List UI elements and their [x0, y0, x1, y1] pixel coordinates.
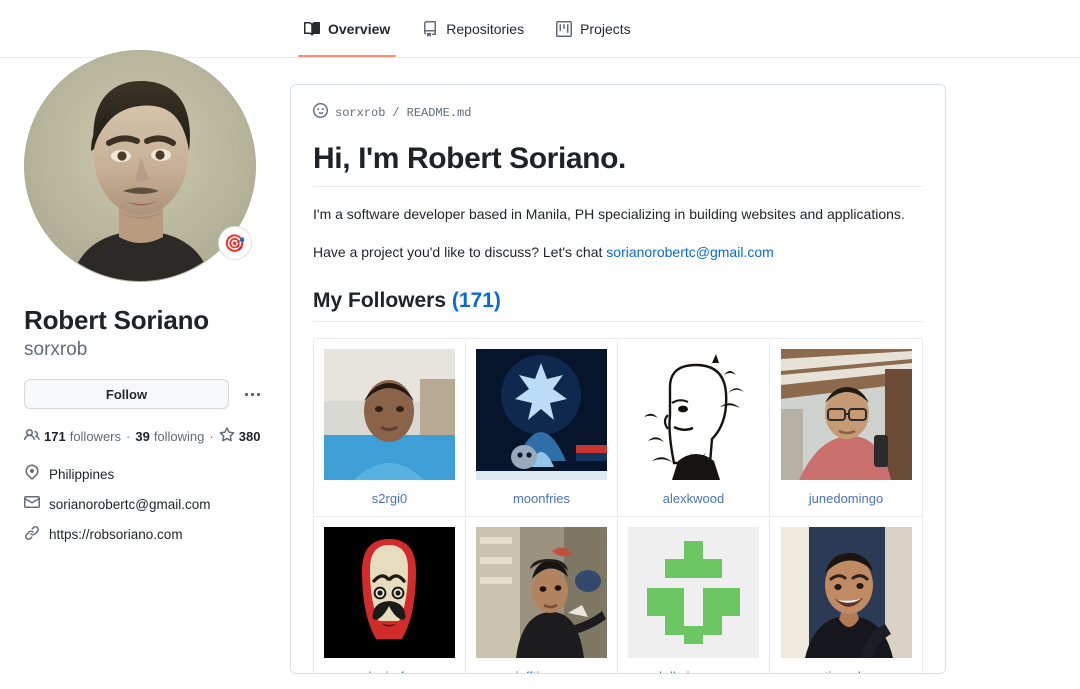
readme-crumb-separator: /	[392, 105, 400, 120]
follower-cell[interactable]: s2rgi0	[314, 339, 466, 517]
follower-name[interactable]: jofftiquez	[476, 658, 607, 674]
profile-sidebar: 🎯 Robert Soriano sorxrob Follow 171 foll…	[24, 50, 272, 555]
project-icon	[556, 20, 573, 37]
paren-open: (	[451, 289, 459, 312]
tab-projects-label: Projects	[580, 20, 631, 37]
smiley-icon	[313, 103, 328, 122]
followers-count-value: 171	[458, 289, 494, 312]
tabnav-items: Overview Repositories Projects	[290, 0, 645, 57]
follower-cell[interactable]: ckmirafss	[314, 517, 466, 674]
readme-crumb-file[interactable]: README.md	[407, 106, 472, 120]
meta-website-text: https://robsoriano.com	[49, 527, 183, 543]
follower-avatar[interactable]	[324, 349, 455, 480]
profile-fullname: Robert Soriano	[24, 305, 209, 335]
followers-heading-count[interactable]: (171)	[452, 289, 501, 312]
tab-repositories-label: Repositories	[446, 20, 525, 37]
follower-avatar[interactable]	[476, 527, 607, 658]
follower-name[interactable]: ckmirafss	[324, 658, 455, 674]
follower-name[interactable]: moonfries	[476, 480, 607, 516]
following-stat[interactable]: 39 following	[135, 429, 204, 444]
follower-avatar[interactable]	[780, 349, 912, 480]
link-icon	[24, 525, 40, 546]
profile-stats: 171 followers · 39 following · 380	[24, 427, 272, 446]
readme-crumb-user[interactable]: sorxrob	[335, 106, 385, 120]
follow-button[interactable]: Follow	[24, 379, 229, 410]
stars-count: 380	[238, 429, 261, 445]
repo-icon	[422, 20, 438, 37]
tab-projects[interactable]: Projects	[542, 0, 645, 57]
followers-label: followers	[69, 429, 121, 445]
profile-username: sorxrob	[24, 338, 88, 360]
profile-actions: Follow	[24, 379, 272, 410]
tab-overview[interactable]: Overview	[290, 0, 404, 57]
follower-name[interactable]: kdbcinco-cs	[628, 658, 759, 674]
readme-heading: Hi, I'm Robert Soriano.	[313, 142, 923, 187]
readme-paragraph-2-prefix: Have a project you'd like to discuss? Le…	[313, 244, 607, 260]
follower-cell[interactable]: kdbcinco-cs	[618, 517, 770, 674]
stars-stat[interactable]: 380	[219, 427, 261, 446]
readme-email-link[interactable]: sorianorobertc@gmail.com	[606, 244, 774, 260]
readme-paragraph-1: I'm a software developer based in Manila…	[313, 206, 905, 222]
follower-avatar[interactable]	[628, 349, 759, 480]
tab-repositories[interactable]: Repositories	[408, 0, 538, 57]
more-options-button[interactable]	[237, 379, 267, 409]
tab-overview-label: Overview	[328, 20, 391, 37]
followers-grid: s2rgi0 moonfries alexkwood junedomingo	[313, 338, 923, 674]
follower-avatar[interactable]	[628, 527, 759, 658]
meta-email-text: sorianorobertc@gmail.com	[49, 496, 211, 512]
profile-meta: Philippines sorianorobertc@gmail.com htt…	[24, 464, 272, 546]
avatar-wrap: 🎯	[24, 50, 256, 282]
following-label: following	[153, 429, 205, 445]
follower-name[interactable]: timrodz	[780, 658, 912, 674]
follower-cell[interactable]: alexkwood	[618, 339, 770, 517]
followers-heading-text: My Followers	[313, 289, 452, 312]
kebab-dot	[250, 392, 254, 396]
book-icon	[304, 21, 320, 37]
meta-email[interactable]: sorianorobertc@gmail.com	[24, 494, 272, 515]
follower-name[interactable]: alexkwood	[628, 480, 759, 516]
follower-cell[interactable]: timrodz	[770, 517, 922, 674]
star-icon	[219, 427, 235, 446]
people-icon	[24, 427, 40, 446]
location-icon	[24, 464, 40, 485]
readme-panel: sorxrob / README.md Hi, I'm Robert Soria…	[290, 84, 946, 674]
readme-content: sorxrob / README.md Hi, I'm Robert Soria…	[291, 85, 945, 674]
follower-avatar[interactable]	[476, 349, 607, 480]
following-count: 39	[135, 429, 150, 445]
paren-close: )	[493, 289, 501, 312]
followers-heading: My Followers (171)	[313, 289, 923, 322]
meta-website[interactable]: https://robsoriano.com	[24, 525, 272, 546]
stats-separator: ·	[126, 429, 131, 445]
follower-avatar[interactable]	[324, 527, 455, 658]
readme-paragraph-2: Have a project you'd like to discuss? Le…	[313, 242, 923, 263]
followers-stat[interactable]: 171 followers	[24, 427, 121, 446]
kebab-dot	[256, 392, 260, 396]
follower-name[interactable]: s2rgi0	[324, 480, 455, 516]
follower-name[interactable]: junedomingo	[780, 480, 912, 516]
github-profile-page: Overview Repositories Projects 🎯 Robert …	[0, 0, 1080, 689]
meta-location-text: Philippines	[49, 466, 115, 482]
mail-icon	[24, 494, 40, 515]
readme-breadcrumb: sorxrob / README.md	[313, 103, 923, 122]
meta-location: Philippines	[24, 464, 272, 485]
followers-count: 171	[44, 429, 66, 445]
kebab-dot	[244, 392, 248, 396]
follower-cell[interactable]: moonfries	[466, 339, 618, 517]
follower-cell[interactable]: junedomingo	[770, 339, 922, 517]
status-emoji: 🎯	[224, 233, 246, 253]
stats-separator: ·	[209, 429, 214, 445]
follower-avatar[interactable]	[780, 527, 912, 658]
follower-cell[interactable]: jofftiquez	[466, 517, 618, 674]
status-emoji-badge[interactable]: 🎯	[218, 226, 252, 260]
